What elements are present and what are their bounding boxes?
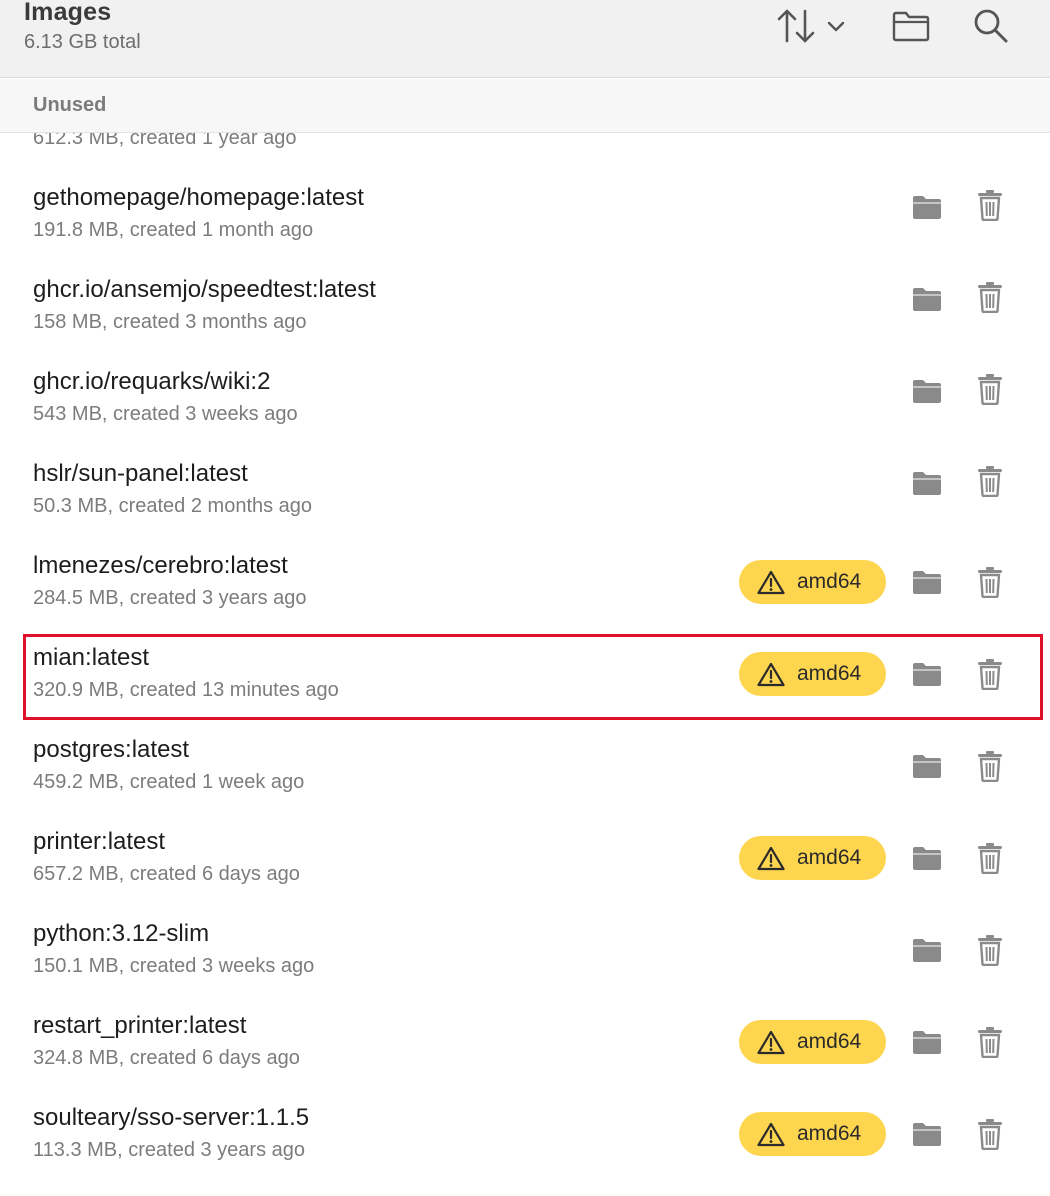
list-item[interactable]: lmenezes/cerebro:latest 284.5 MB, create…	[0, 552, 1050, 644]
image-meta: 284.5 MB, created 3 years ago	[33, 587, 307, 610]
list-item[interactable]: hslr/sun-panel:latest 50.3 MB, created 2…	[0, 460, 1050, 552]
image-meta: 191.8 MB, created 1 month ago	[33, 219, 313, 242]
warning-icon	[757, 1030, 785, 1055]
image-meta: 324.8 MB, created 6 days ago	[33, 1047, 300, 1070]
list-item[interactable]: soulteary/sso-server:1.1.5 113.3 MB, cre…	[0, 1104, 1050, 1196]
image-name: ghcr.io/requarks/wiki:2	[33, 368, 270, 396]
image-name: soulteary/sso-server:1.1.5	[33, 1104, 309, 1132]
trash-icon[interactable]	[977, 750, 1003, 782]
open-folder-button[interactable]	[888, 4, 934, 48]
chevron-down-icon	[826, 19, 846, 33]
trash-icon[interactable]	[977, 465, 1003, 497]
warning-icon	[757, 662, 785, 687]
trash-icon[interactable]	[977, 281, 1003, 313]
folder-icon[interactable]	[911, 936, 943, 964]
image-name: lmenezes/cerebro:latest	[33, 552, 288, 580]
list-item[interactable]: ghcr.io/requarks/wiki:2 543 MB, created …	[0, 368, 1050, 460]
image-meta: 150.1 MB, created 3 weeks ago	[33, 955, 314, 978]
image-meta: 657.2 MB, created 6 days ago	[33, 863, 300, 886]
trash-icon[interactable]	[977, 373, 1003, 405]
image-meta: 158 MB, created 3 months ago	[33, 311, 307, 334]
folder-icon	[891, 9, 931, 43]
image-name: postgres:latest	[33, 736, 189, 764]
folder-icon[interactable]	[911, 752, 943, 780]
list-item[interactable]: postgres:latest 459.2 MB, created 1 week…	[0, 736, 1050, 828]
image-name: restart_printer:latest	[33, 1012, 246, 1040]
arch-warning-badge[interactable]: amd64	[739, 1020, 886, 1064]
trash-icon[interactable]	[977, 842, 1003, 874]
badge-label: amd64	[797, 662, 861, 686]
image-name: gethomepage/homepage:latest	[33, 184, 364, 212]
folder-icon[interactable]	[911, 1028, 943, 1056]
image-meta: 459.2 MB, created 1 week ago	[33, 771, 304, 794]
arch-warning-badge[interactable]: amd64	[739, 652, 886, 696]
list-item[interactable]: printer:latest 657.2 MB, created 6 days …	[0, 828, 1050, 920]
sort-button[interactable]	[770, 4, 850, 48]
trash-icon[interactable]	[977, 658, 1003, 690]
folder-icon[interactable]	[911, 1120, 943, 1148]
folder-icon[interactable]	[911, 193, 943, 221]
trash-icon[interactable]	[977, 566, 1003, 598]
folder-icon[interactable]	[911, 469, 943, 497]
search-button[interactable]	[968, 4, 1014, 48]
image-meta: 50.3 MB, created 2 months ago	[33, 495, 312, 518]
badge-label: amd64	[797, 1030, 861, 1054]
folder-icon[interactable]	[911, 660, 943, 688]
list-item[interactable]: ghcr.io/ansemjo/speedtest:latest 158 MB,…	[0, 276, 1050, 368]
warning-icon	[757, 846, 785, 871]
arch-warning-badge[interactable]: amd64	[739, 1112, 886, 1156]
image-name: python:3.12-slim	[33, 920, 209, 948]
warning-icon	[757, 1122, 785, 1147]
image-name: ghcr.io/ansemjo/speedtest:latest	[33, 276, 376, 304]
total-size: 6.13 GB total	[24, 31, 141, 54]
list-item-selected[interactable]: mian:latest 320.9 MB, created 13 minutes…	[0, 644, 1050, 736]
image-meta: 113.3 MB, created 3 years ago	[33, 1139, 305, 1162]
page-title: Images	[24, 0, 111, 27]
list-item[interactable]: gethomepage/homepage:latest 191.8 MB, cr…	[0, 184, 1050, 276]
image-list: 612.3 MB, created 1 year ago gethomepage…	[0, 0, 1050, 1188]
folder-icon[interactable]	[911, 377, 943, 405]
badge-label: amd64	[797, 1122, 861, 1146]
folder-icon[interactable]	[911, 844, 943, 872]
arch-warning-badge[interactable]: amd64	[739, 836, 886, 880]
image-meta: 320.9 MB, created 13 minutes ago	[33, 679, 339, 702]
section-header: Unused	[0, 79, 1050, 133]
list-item[interactable]: restart_printer:latest 324.8 MB, created…	[0, 1012, 1050, 1104]
toolbar: Images 6.13 GB total	[0, 0, 1050, 78]
trash-icon[interactable]	[977, 1026, 1003, 1058]
folder-icon[interactable]	[911, 568, 943, 596]
image-name: mian:latest	[33, 644, 149, 672]
trash-icon[interactable]	[977, 1118, 1003, 1150]
trash-icon[interactable]	[977, 934, 1003, 966]
image-meta: 543 MB, created 3 weeks ago	[33, 403, 298, 426]
badge-label: amd64	[797, 846, 861, 870]
badge-label: amd64	[797, 570, 861, 594]
arch-warning-badge[interactable]: amd64	[739, 560, 886, 604]
image-name: printer:latest	[33, 828, 165, 856]
image-name: hslr/sun-panel:latest	[33, 460, 248, 488]
sort-arrows-icon	[774, 6, 818, 46]
list-item[interactable]: python:3.12-slim 150.1 MB, created 3 wee…	[0, 920, 1050, 1012]
section-label: Unused	[33, 94, 106, 117]
trash-icon[interactable]	[977, 189, 1003, 221]
search-icon	[972, 7, 1010, 45]
warning-icon	[757, 570, 785, 595]
folder-icon[interactable]	[911, 285, 943, 313]
